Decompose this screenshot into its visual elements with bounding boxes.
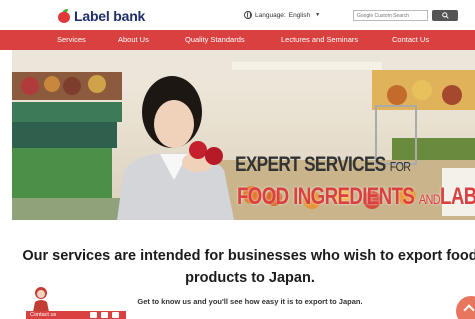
site-logo[interactable]: Label bank: [56, 8, 145, 24]
mail-icon[interactable]: [90, 312, 97, 318]
hero-banner: EXPERT SERVICES FOR FOOD INGREDIENTS AND…: [12, 50, 475, 220]
search-button[interactable]: [432, 10, 458, 21]
nav-item-services[interactable]: Services: [57, 35, 86, 44]
hero-headline-line1: EXPERT SERVICES FOR: [235, 153, 411, 176]
intro-heading: Our services are intended for businesses…: [22, 248, 475, 286]
hero-headline-line2: FOOD INGREDIENTS ANDLABELS: [237, 183, 475, 210]
nav-item-contact-us[interactable]: Contact Us: [392, 35, 429, 44]
intro-subtext: Get to know us and you'll see how easy i…: [137, 297, 363, 306]
phone-icon[interactable]: [101, 312, 108, 318]
search-input[interactable]: [353, 10, 428, 21]
globe-icon: [244, 11, 252, 19]
nav-item-about-us[interactable]: About Us: [118, 35, 149, 44]
contact-label: Contact us: [30, 312, 57, 318]
chevron-down-icon[interactable]: [112, 312, 119, 318]
language-dropdown[interactable]: English ▼: [289, 12, 320, 19]
nav-item-lectures-seminars[interactable]: Lectures and Seminars: [281, 35, 358, 44]
main-nav: Services About Us Quality Standards Lect…: [0, 30, 475, 50]
apple-logo-icon: [56, 9, 72, 23]
chevron-up-icon: [463, 304, 475, 316]
language-label: Language:: [255, 11, 286, 19]
search-icon: [441, 12, 449, 19]
logo-text: Label bank: [74, 8, 146, 24]
support-avatar-icon: [33, 287, 49, 312]
chevron-down-icon: ▼: [315, 12, 321, 18]
site-header: Label bank Language: English ▼: [0, 0, 475, 30]
language-selector[interactable]: Language: English ▼: [244, 11, 320, 19]
contact-bar[interactable]: Contact us: [26, 311, 126, 319]
nav-item-quality-standards[interactable]: Quality Standards: [185, 35, 245, 44]
language-value: English: [288, 11, 311, 19]
